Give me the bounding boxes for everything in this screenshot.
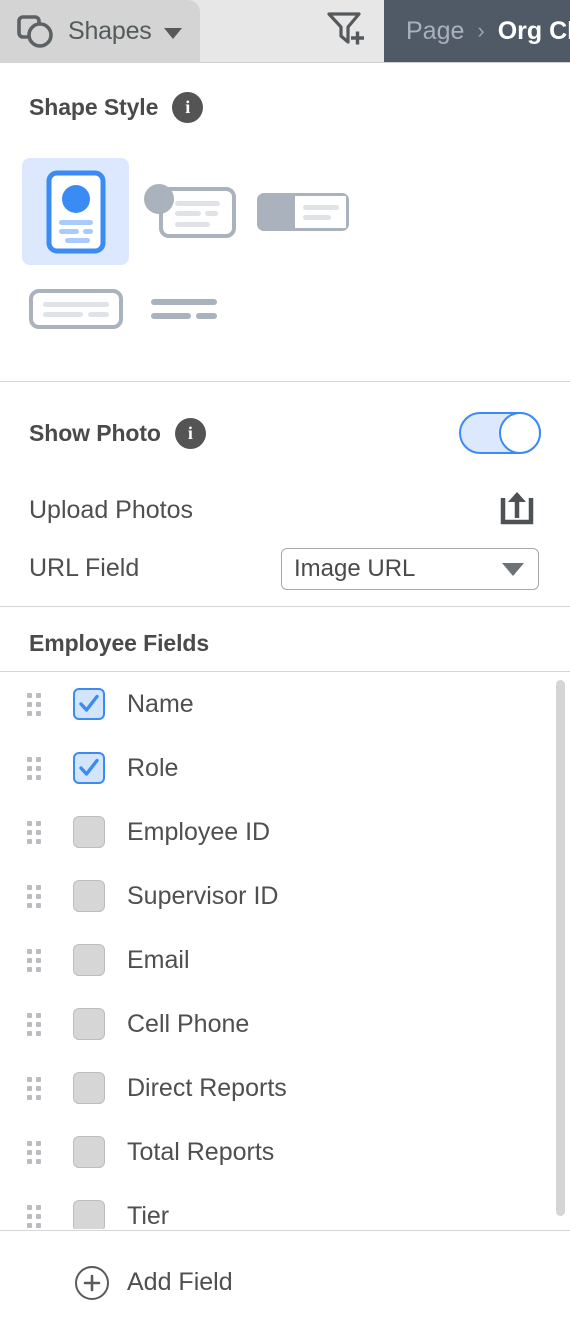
field-label: Tier xyxy=(127,1201,170,1230)
employee-fields-list[interactable]: Name Role Employee ID Supervisor ID Emai… xyxy=(0,672,570,1229)
filter-add-icon xyxy=(325,8,367,55)
url-field-label: URL Field xyxy=(29,554,140,582)
list-item[interactable]: Cell Phone xyxy=(0,992,570,1056)
fields-scrollbar-thumb[interactable] xyxy=(556,680,565,1216)
caret-down-icon xyxy=(502,562,524,576)
drag-handle-icon[interactable] xyxy=(27,1077,41,1100)
plus-circle-icon xyxy=(75,1265,109,1300)
divider-show-photo xyxy=(0,606,570,607)
show-photo-header: Show Photo i xyxy=(0,418,206,449)
field-checkbox[interactable] xyxy=(73,1008,105,1040)
list-item[interactable]: Tier xyxy=(0,1184,570,1229)
list-item[interactable]: Role xyxy=(0,736,570,800)
list-item[interactable]: Supervisor ID xyxy=(0,864,570,928)
shape-style-title: Shape Style xyxy=(29,94,159,120)
shape-style-header: Shape Style i xyxy=(0,92,204,123)
add-field-label: Add Field xyxy=(127,1268,233,1296)
shape-style-options xyxy=(22,158,442,352)
info-icon[interactable]: i xyxy=(174,418,206,449)
toolbar: Shapes Page › Org Ch xyxy=(0,0,570,63)
field-checkbox[interactable] xyxy=(73,944,105,976)
field-checkbox[interactable] xyxy=(73,816,105,848)
breadcrumb[interactable]: Page › Org Ch xyxy=(384,0,570,62)
list-item[interactable]: Email xyxy=(0,928,570,992)
field-label: Email xyxy=(127,945,190,974)
show-photo-title: Show Photo xyxy=(29,420,161,446)
url-field-value: Image URL xyxy=(294,555,416,582)
list-item[interactable]: Direct Reports xyxy=(0,1056,570,1120)
shape-style-row-2 xyxy=(22,266,442,352)
shapes-square-circle-icon xyxy=(16,14,58,50)
list-item[interactable]: Name xyxy=(0,672,570,736)
field-label: Employee ID xyxy=(127,817,271,846)
field-label: Role xyxy=(127,753,179,782)
field-label: Cell Phone xyxy=(127,1009,250,1038)
field-label: Direct Reports xyxy=(127,1073,287,1102)
drag-handle-icon[interactable] xyxy=(27,885,41,908)
drag-handle-icon[interactable] xyxy=(27,1205,41,1228)
drag-handle-icon[interactable] xyxy=(27,757,41,780)
divider-shape-style xyxy=(0,381,570,382)
list-item[interactable]: Total Reports xyxy=(0,1120,570,1184)
shape-option-solid-block-card[interactable] xyxy=(248,158,358,265)
field-checkbox[interactable] xyxy=(73,1072,105,1104)
drag-handle-icon[interactable] xyxy=(27,949,41,972)
shape-option-lines-only-card[interactable] xyxy=(134,266,244,352)
drag-handle-icon[interactable] xyxy=(27,1141,41,1164)
shape-option-avatar-left-card[interactable] xyxy=(134,158,244,265)
field-checkbox[interactable] xyxy=(73,752,105,784)
field-label: Name xyxy=(127,689,194,718)
upload-photos-label: Upload Photos xyxy=(29,496,194,524)
field-label: Total Reports xyxy=(127,1137,275,1166)
add-field-button[interactable]: Add Field xyxy=(0,1230,570,1334)
upload-icon[interactable] xyxy=(495,488,539,535)
shapes-button-label: Shapes xyxy=(68,17,152,45)
breadcrumb-parent[interactable]: Page xyxy=(406,17,464,46)
show-photo-toggle[interactable] xyxy=(459,412,541,454)
shape-style-row-1 xyxy=(22,158,442,265)
shape-option-plain-text-card[interactable] xyxy=(22,266,129,352)
breadcrumb-current: Org Ch xyxy=(497,16,570,45)
drag-handle-icon[interactable] xyxy=(27,821,41,844)
toggle-knob xyxy=(499,412,541,454)
field-checkbox[interactable] xyxy=(73,1200,105,1229)
employee-fields-title: Employee Fields xyxy=(29,630,210,656)
shapes-button[interactable]: Shapes xyxy=(0,0,200,63)
caret-down-icon xyxy=(163,27,182,39)
field-checkbox[interactable] xyxy=(73,880,105,912)
shape-option-vertical-photo-card[interactable] xyxy=(22,158,129,265)
add-filter-button[interactable] xyxy=(308,0,384,62)
field-label: Supervisor ID xyxy=(127,881,279,910)
drag-handle-icon[interactable] xyxy=(27,693,41,716)
field-checkbox[interactable] xyxy=(73,1136,105,1168)
list-item[interactable]: Employee ID xyxy=(0,800,570,864)
properties-panel: Shapes Page › Org Ch Shape Style i xyxy=(0,0,570,1334)
field-checkbox[interactable] xyxy=(73,688,105,720)
url-field-select[interactable]: Image URL xyxy=(281,548,539,590)
info-icon[interactable]: i xyxy=(172,92,204,123)
breadcrumb-separator-icon: › xyxy=(477,18,485,43)
drag-handle-icon[interactable] xyxy=(27,1013,41,1036)
